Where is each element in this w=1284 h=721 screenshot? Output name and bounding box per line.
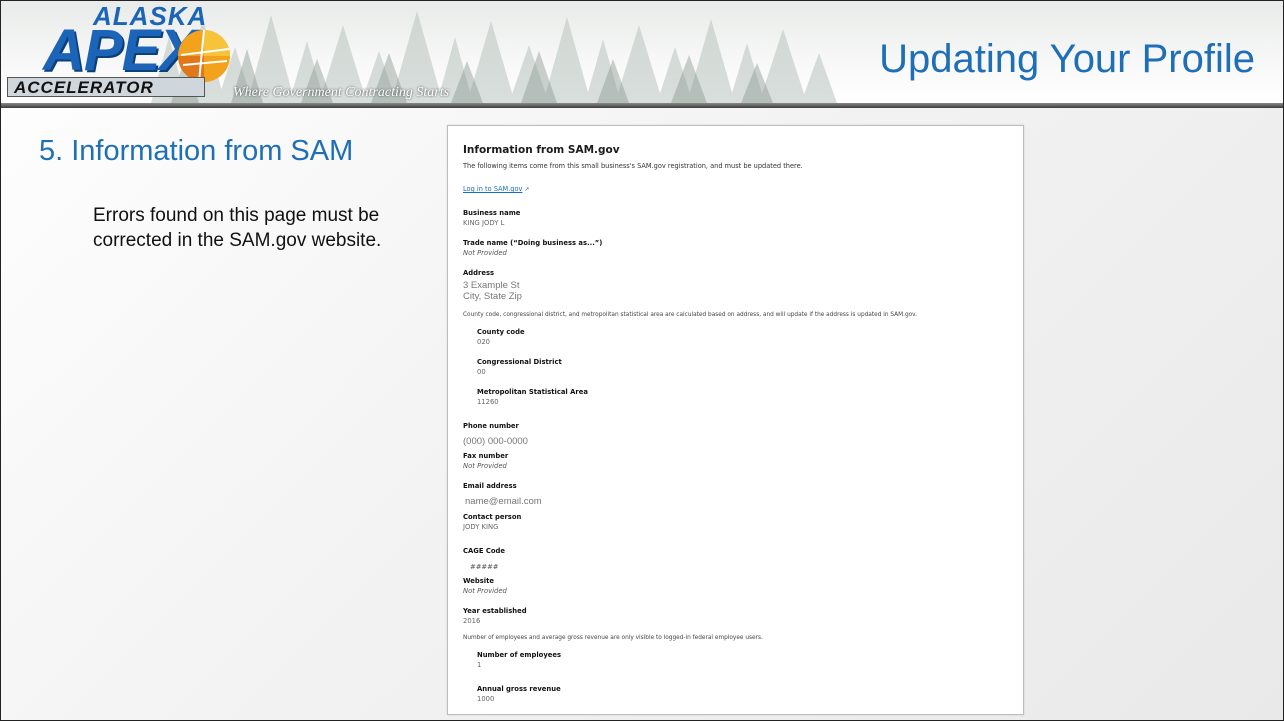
- email-field: Email address name@email.com: [463, 482, 1005, 507]
- cage-code-field: CAGE Code #####: [463, 547, 1005, 571]
- employees-value: 1: [477, 661, 482, 669]
- trade-name-label: Trade name (“Doing business as...”): [463, 239, 603, 247]
- contact-person-field: Contact person JODY KING: [463, 513, 1005, 531]
- employee-note: Number of employees and average gross re…: [463, 635, 763, 641]
- slide: ALASKA APEX ACCELERATOR Where Government…: [0, 0, 1284, 721]
- year-established-field: Year established 2016: [463, 607, 1005, 625]
- address-field: Address 3 Example St City, State Zip: [463, 269, 1005, 302]
- revenue-label: Annual gross revenue: [477, 685, 561, 693]
- employees-field: Number of employees 1: [477, 651, 1005, 669]
- phone-field: Phone number (000) 000-0000: [463, 422, 1005, 447]
- slide-title: Updating Your Profile: [879, 37, 1255, 81]
- fax-field: Fax number Not Provided: [463, 452, 1005, 470]
- address-line2: City, State Zip: [463, 291, 522, 302]
- email-label: Email address: [463, 482, 517, 490]
- business-name-field: Business name KING JODY L: [463, 209, 1005, 227]
- employees-label: Number of employees: [477, 651, 562, 659]
- address-note: County code, congressional district, and…: [463, 312, 917, 318]
- sam-info-screenshot: Information from SAM.gov The following i…: [447, 125, 1024, 715]
- revenue-field: Annual gross revenue 1000: [477, 685, 1005, 703]
- alaska-apex-logo: ALASKA APEX ACCELERATOR: [5, 1, 245, 101]
- congressional-district-label: Congressional District: [477, 358, 562, 366]
- congressional-district-field: Congressional District 00: [477, 358, 1005, 376]
- county-code-value: 020: [477, 338, 490, 346]
- login-sam-link[interactable]: Log in to SAM.gov ↗: [463, 185, 529, 193]
- logo-accelerator-text: ACCELERATOR: [7, 77, 205, 97]
- county-code-label: County code: [477, 328, 525, 336]
- congressional-district-value: 00: [477, 368, 486, 376]
- phone-value: (000) 000-0000: [463, 436, 528, 447]
- county-code-field: County code 020: [477, 328, 1005, 346]
- trade-name-field: Trade name (“Doing business as...”) Not …: [463, 239, 1005, 257]
- address-line1: 3 Example St: [463, 280, 520, 291]
- fax-label: Fax number: [463, 452, 509, 460]
- external-link-icon: ↗: [524, 186, 530, 193]
- sam-info-heading: Information from SAM.gov: [463, 144, 620, 156]
- metro-area-field: Metropolitan Statistical Area 11260: [477, 388, 1005, 406]
- year-established-label: Year established: [463, 607, 527, 615]
- email-value: name@email.com: [465, 496, 542, 507]
- business-name-value: KING JODY L: [463, 219, 505, 227]
- address-label: Address: [463, 269, 495, 277]
- cage-code-label: CAGE Code: [463, 547, 505, 555]
- metro-area-label: Metropolitan Statistical Area: [477, 388, 588, 396]
- website-value: Not Provided: [463, 587, 507, 595]
- contact-person-label: Contact person: [463, 513, 522, 521]
- header-divider: [1, 103, 1283, 108]
- contact-person-value: JODY KING: [463, 523, 499, 531]
- trade-name-value: Not Provided: [463, 249, 507, 257]
- business-name-label: Business name: [463, 209, 521, 217]
- website-label: Website: [463, 577, 494, 585]
- year-established-value: 2016: [463, 617, 481, 625]
- cage-code-value: #####: [470, 563, 499, 571]
- tagline: Where Government Contracting Starts: [233, 85, 450, 100]
- phone-label: Phone number: [463, 422, 519, 430]
- website-field: Website Not Provided: [463, 577, 1005, 595]
- fax-value: Not Provided: [463, 462, 507, 470]
- metro-area-value: 11260: [477, 398, 499, 406]
- step-heading: 5. Information from SAM: [39, 135, 354, 167]
- step-note: Errors found on this page must be correc…: [93, 205, 382, 251]
- slide-header: ALASKA APEX ACCELERATOR Where Government…: [1, 1, 1283, 103]
- sam-info-intro: The following items come from this small…: [463, 162, 803, 170]
- revenue-value: 1000: [477, 695, 495, 703]
- login-sam-link-label: Log in to SAM.gov: [463, 185, 523, 193]
